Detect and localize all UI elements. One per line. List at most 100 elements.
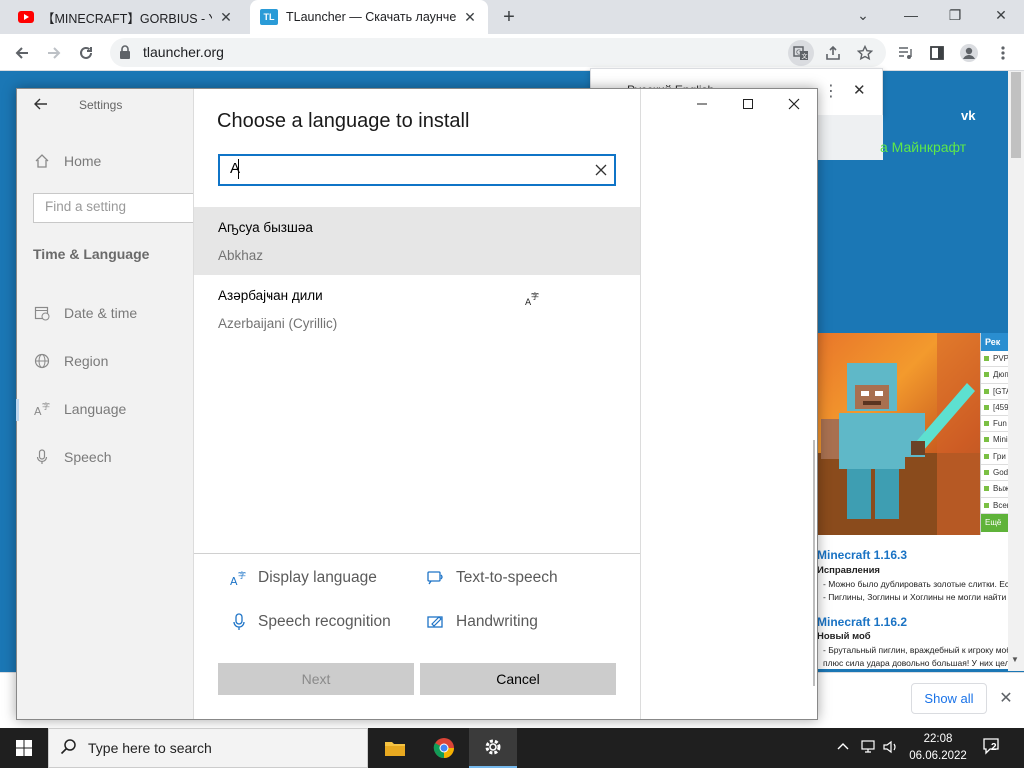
- news-line: - Пиглины, Зоглины и Хоглины не могли на…: [823, 592, 1008, 602]
- reload-button[interactable]: [72, 40, 100, 66]
- lock-icon[interactable]: [119, 45, 131, 59]
- news-title[interactable]: Minecraft 1.16.2: [817, 615, 907, 629]
- translate-options-icon[interactable]: ⋮: [823, 81, 839, 101]
- find-setting-placeholder: Find a setting: [45, 199, 127, 214]
- clear-search-icon[interactable]: [592, 160, 610, 180]
- folder-icon: [385, 742, 405, 756]
- tab-title: 【MINECRAFT】GORBIUS - YouTub: [42, 11, 212, 26]
- display-language-icon: A字: [230, 569, 248, 587]
- language-option-azerbaijani[interactable]: Азәрбајҹан дили Azerbaijani (Cyrillic) A…: [194, 275, 640, 343]
- svg-text:字: 字: [238, 570, 246, 580]
- list-item[interactable]: Fun: [981, 416, 1008, 433]
- list-item[interactable]: Godl: [981, 465, 1008, 482]
- dialog-divider: [194, 553, 640, 554]
- scroll-down-arrow-icon[interactable]: ▼: [1011, 655, 1019, 664]
- list-item[interactable]: Всен: [981, 498, 1008, 514]
- microphone-icon: [230, 613, 248, 631]
- tab-search-icon[interactable]: ⌄: [840, 0, 886, 30]
- start-button[interactable]: [0, 728, 48, 768]
- language-icon: A字: [34, 401, 50, 417]
- page-scroll-thumb[interactable]: [1011, 72, 1021, 158]
- address-bar[interactable]: [110, 38, 886, 67]
- maximize-button[interactable]: [733, 94, 763, 114]
- restore-button[interactable]: ❐: [932, 0, 978, 30]
- sidebar-item-speech[interactable]: Speech: [64, 449, 111, 465]
- minimize-button[interactable]: [687, 94, 717, 114]
- sidebar-item-home[interactable]: Home: [64, 153, 101, 169]
- language-english-name: Azerbaijani (Cyrillic): [218, 316, 338, 331]
- next-button[interactable]: Next: [218, 663, 414, 695]
- translate-icon[interactable]: G文: [788, 40, 814, 66]
- news-subtitle: Новый моб: [817, 631, 871, 642]
- news-title[interactable]: Minecraft 1.16.3: [817, 548, 907, 562]
- settings-taskbar-button[interactable]: [469, 728, 517, 768]
- network-icon[interactable]: [860, 739, 878, 755]
- tlauncher-icon: TL: [260, 9, 278, 25]
- news-line: плюс сила удара довольно большая! У них …: [823, 658, 1008, 668]
- tab-youtube[interactable]: 【MINECRAFT】GORBIUS - YouTub ✕: [8, 0, 244, 34]
- share-icon[interactable]: [820, 40, 846, 66]
- file-explorer-button[interactable]: [371, 728, 419, 768]
- sidebar-item-language[interactable]: Language: [64, 401, 126, 417]
- close-icon[interactable]: ✕: [462, 9, 478, 25]
- media-control-icon[interactable]: [892, 40, 918, 66]
- tab-tlauncher[interactable]: TL TLauncher — Скачать лаунчер M ✕: [250, 0, 488, 34]
- cancel-button[interactable]: Cancel: [420, 663, 616, 695]
- text-to-speech-icon: [427, 569, 445, 587]
- show-all-button[interactable]: Show all: [911, 683, 987, 714]
- bookmark-star-icon[interactable]: [852, 40, 878, 66]
- language-option-abkhaz[interactable]: Аҧсуа бызшәа Abkhaz: [194, 207, 640, 275]
- list-item[interactable]: Mini: [981, 432, 1008, 449]
- chevron-up-icon[interactable]: [836, 740, 850, 754]
- svg-text:字: 字: [42, 401, 50, 411]
- page-scrollbar[interactable]: [1008, 71, 1024, 671]
- display-language-icon: A字: [524, 291, 540, 307]
- new-tab-button[interactable]: +: [498, 6, 520, 28]
- close-window-button[interactable]: [779, 94, 809, 114]
- forward-button[interactable]: [40, 40, 68, 66]
- list-item[interactable]: Дюп: [981, 367, 1008, 384]
- close-icon[interactable]: ✕: [218, 9, 234, 25]
- text-caret: [238, 159, 239, 179]
- list-item[interactable]: [459: [981, 400, 1008, 417]
- language-english-name: Abkhaz: [218, 248, 264, 263]
- profile-avatar-icon[interactable]: [956, 40, 982, 66]
- back-button[interactable]: [8, 40, 36, 66]
- close-icon[interactable]: ✕: [996, 688, 1016, 708]
- sidebar-item-region[interactable]: Region: [64, 353, 108, 369]
- windows-logo-icon: [16, 740, 32, 756]
- clock-time: 22:08: [923, 733, 953, 745]
- search-icon: [60, 738, 78, 756]
- minimize-button[interactable]: —: [888, 0, 934, 30]
- settings-title: Settings: [79, 98, 123, 112]
- settings-scrollbar[interactable]: [813, 440, 815, 686]
- list-item[interactable]: Гри: [981, 449, 1008, 466]
- url-text[interactable]: tlauncher.org: [143, 44, 224, 60]
- language-search-input[interactable]: [218, 154, 616, 186]
- list-item[interactable]: [GTA: [981, 384, 1008, 400]
- volume-icon[interactable]: [882, 739, 900, 755]
- notification-center-button[interactable]: 2: [982, 737, 1004, 759]
- minecraft-steve-image[interactable]: [817, 333, 980, 535]
- close-window-button[interactable]: ✕: [978, 0, 1024, 30]
- menu-dots-icon[interactable]: [990, 40, 1016, 66]
- svg-text:A: A: [230, 575, 238, 587]
- tab-title: TLauncher — Скачать лаунчер M: [286, 10, 456, 24]
- close-icon[interactable]: ✕: [853, 81, 866, 99]
- list-item[interactable]: Выж: [981, 481, 1008, 498]
- more-servers-button[interactable]: Ещё: [981, 513, 1008, 532]
- svg-text:字: 字: [531, 291, 539, 301]
- feature-handwriting: Handwriting: [456, 613, 538, 630]
- feature-text-to-speech: Text-to-speech: [456, 569, 558, 586]
- sidebar-item-date-time[interactable]: Date & time: [64, 305, 137, 321]
- list-item[interactable]: PVP: [981, 351, 1008, 368]
- taskbar-clock[interactable]: 22:08 06.06.2022: [900, 731, 976, 765]
- back-arrow-icon[interactable]: [33, 96, 49, 112]
- minecraft-link[interactable]: а Майнкрафт: [880, 139, 966, 155]
- home-icon: [34, 153, 50, 169]
- vk-icon[interactable]: vk: [961, 108, 975, 123]
- chrome-taskbar-button[interactable]: [420, 728, 468, 768]
- side-panel-icon[interactable]: [924, 40, 950, 66]
- section-heading: Time & Language: [33, 246, 150, 262]
- selected-indicator: [16, 399, 19, 421]
